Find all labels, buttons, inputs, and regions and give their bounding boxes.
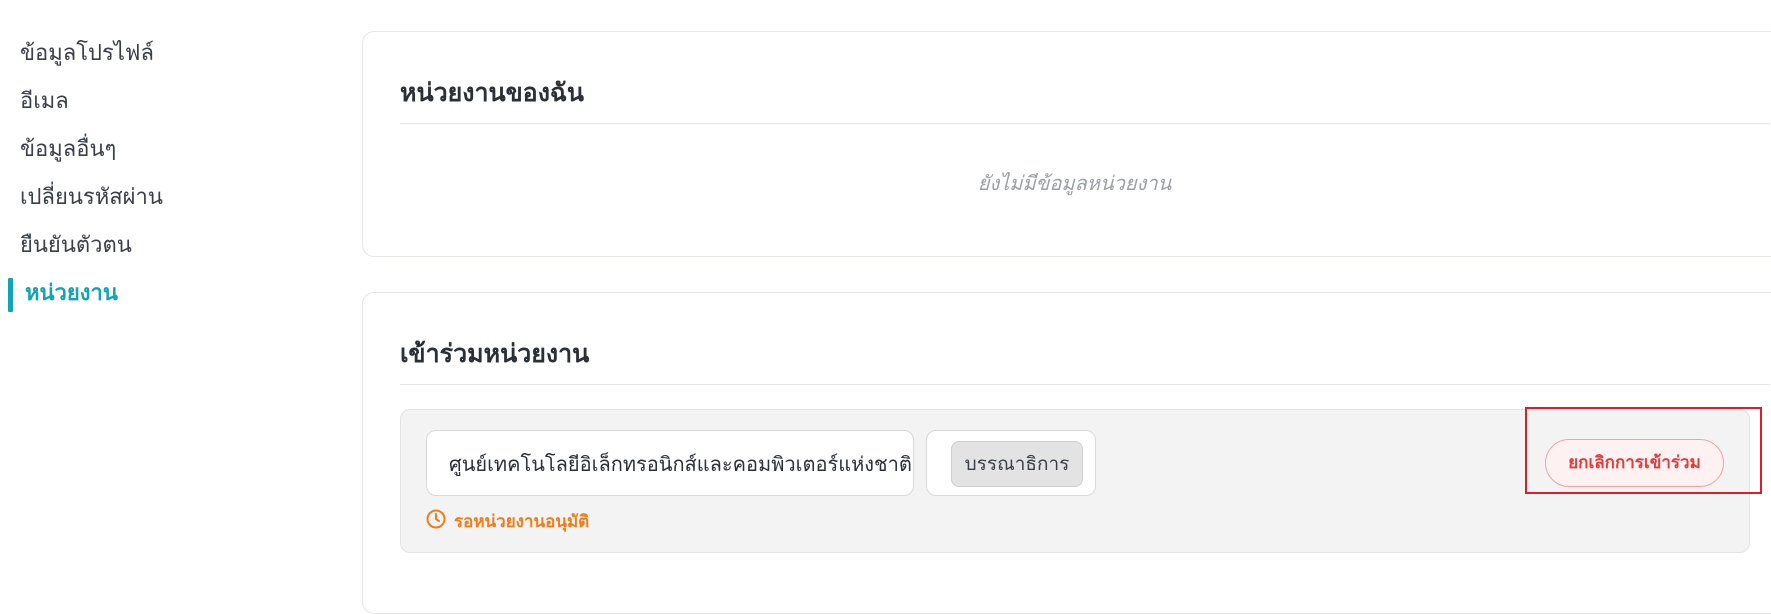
divider: [400, 384, 1770, 385]
sidebar: ข้อมูลโปรไฟล์ อีเมล ข้อมูลอื่นๆ เปลี่ยนร…: [0, 30, 330, 318]
sidebar-item-email[interactable]: อีเมล: [0, 78, 330, 126]
role-badge: บรรณาธิการ: [951, 441, 1083, 487]
sidebar-item-units[interactable]: หน่วยงาน: [0, 270, 330, 318]
pending-status: รอหน่วยงานอนุมัติ: [426, 509, 590, 536]
role-field: บรรณาธิการ: [926, 430, 1096, 496]
sidebar-item-verify-identity[interactable]: ยืนยันตัวตน: [0, 222, 330, 270]
organization-field: ศูนย์เทคโนโลยีอิเล็กทรอนิกส์และคอมพิวเตอ…: [426, 430, 914, 496]
clock-icon: [426, 509, 454, 536]
join-units-title: เข้าร่วมหน่วยงาน: [400, 339, 590, 368]
sidebar-item-other-info[interactable]: ข้อมูลอื่นๆ: [0, 126, 330, 174]
join-units-card: เข้าร่วมหน่วยงาน ศูนย์เทคโนโลยีอิเล็กทรอ…: [362, 292, 1771, 614]
membership-row: ศูนย์เทคโนโลยีอิเล็กทรอนิกส์และคอมพิวเตอ…: [400, 409, 1750, 553]
sidebar-item-profile[interactable]: ข้อมูลโปรไฟล์: [0, 30, 330, 78]
my-units-card: หน่วยงานของฉัน ยังไม่มีข้อมูลหน่วยงาน: [362, 31, 1771, 257]
cancel-join-button[interactable]: ยกเลิกการเข้าร่วม: [1545, 439, 1724, 487]
divider: [400, 123, 1770, 124]
sidebar-item-change-password[interactable]: เปลี่ยนรหัสผ่าน: [0, 174, 330, 222]
pending-status-label: รอหน่วยงานอนุมัติ: [454, 512, 590, 532]
my-units-title: หน่วยงานของฉัน: [400, 78, 585, 107]
empty-units-message: ยังไม่มีข้อมูลหน่วยงาน: [977, 171, 1172, 195]
